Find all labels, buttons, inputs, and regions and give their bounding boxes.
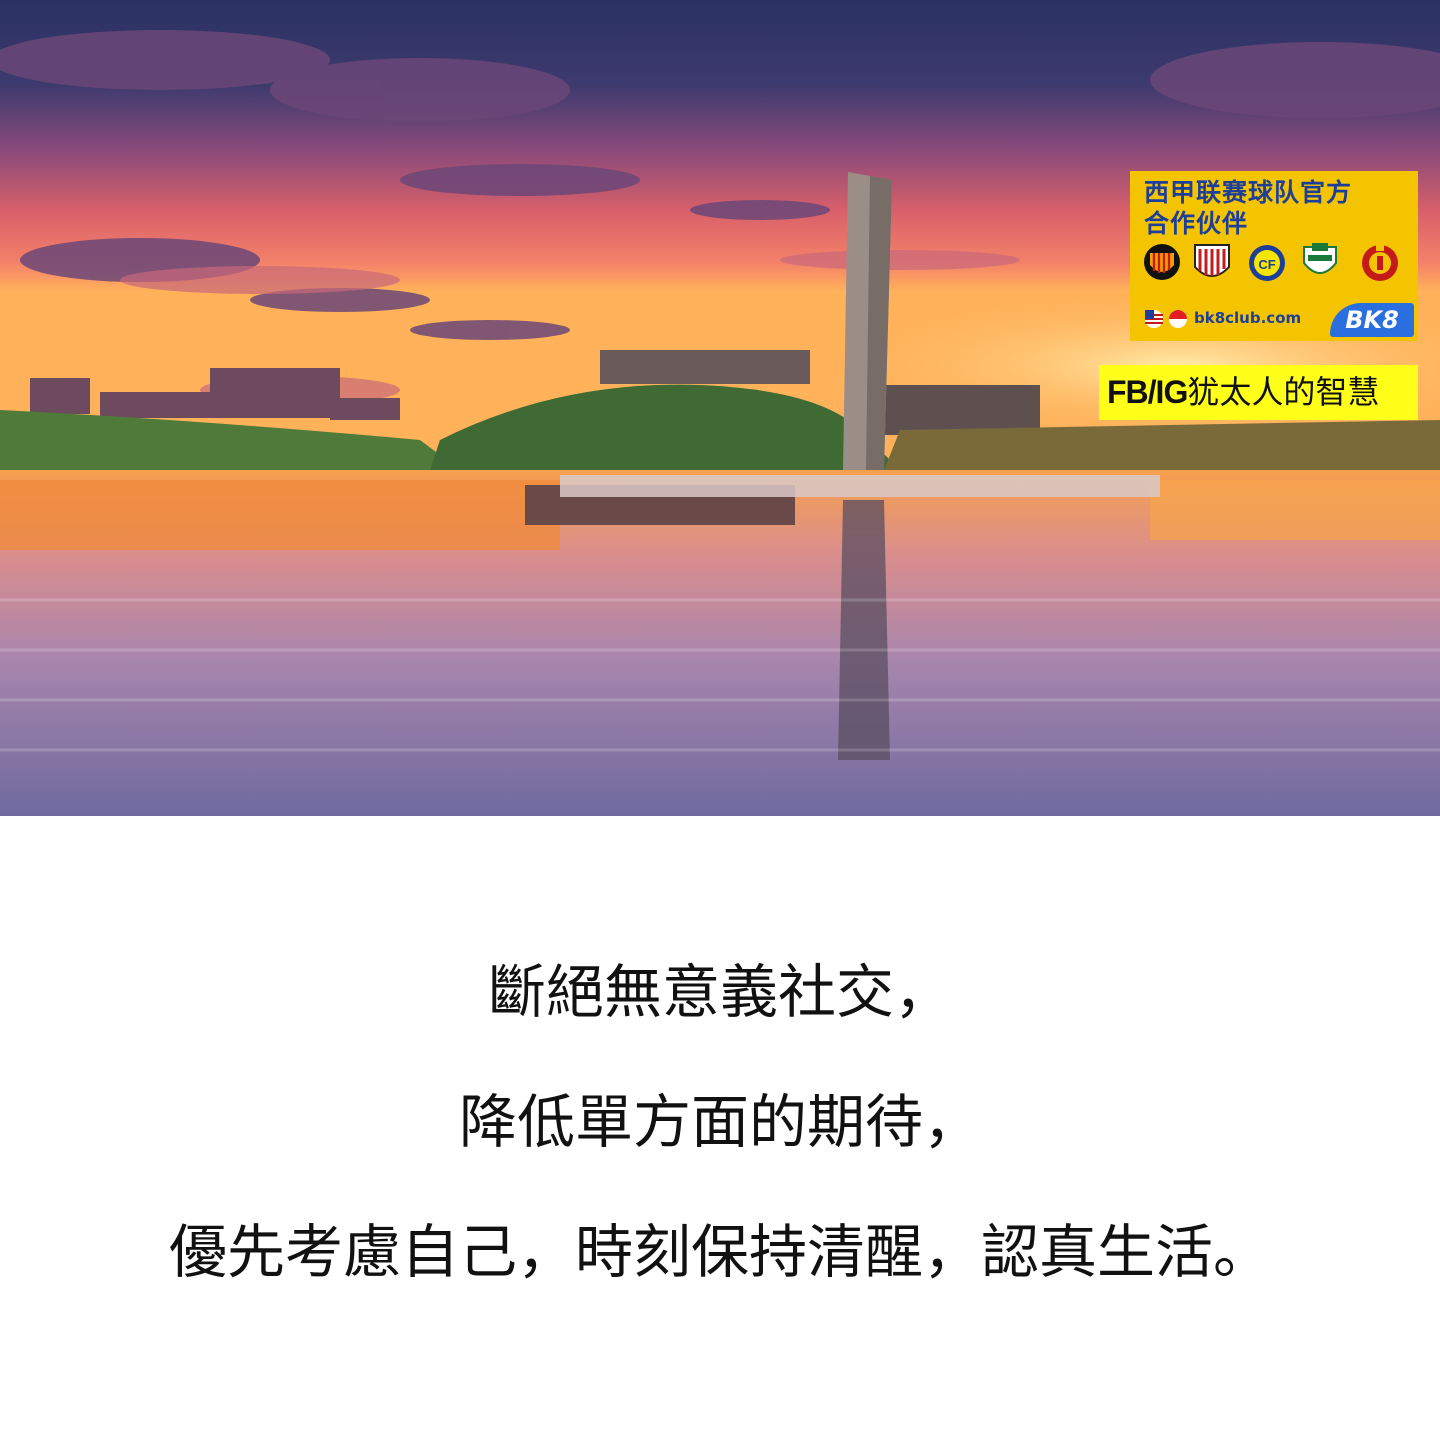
- social-handle: FB/IG: [1107, 374, 1188, 410]
- quote-line-1: 斷絕無意義社交，: [487, 958, 952, 1026]
- valencia-crest-icon: [1144, 244, 1180, 280]
- club-crests: CF: [1144, 243, 1398, 281]
- social-account-name: 犹太人的智慧: [1187, 373, 1380, 411]
- sponsor-headline-line2: 合作伙伴: [1144, 209, 1249, 238]
- sponsor-headline-line1: 西甲联赛球队官方: [1144, 178, 1353, 207]
- elche-crest-icon: [1303, 243, 1337, 274]
- singapore-flag-icon: [1169, 310, 1187, 328]
- sponsor-banner[interactable]: 西甲联赛球队官方 合作伙伴 CF bk8club.com BK8: [1130, 171, 1418, 341]
- villarreal-crest-icon: CF: [1249, 245, 1285, 281]
- malaysia-flag-icon: [1145, 310, 1163, 328]
- quote-line-2: 降低單方面的期待，: [458, 1088, 981, 1156]
- country-flags: [1145, 310, 1187, 328]
- quote-block: 斷絕無意義社交， 降低單方面的期待， 優先考慮自己，時刻保持清醒，認真生活。: [0, 960, 1440, 1350]
- sponsor-footer: bk8club.com BK8: [1144, 303, 1414, 337]
- svg-text:CF: CF: [1258, 257, 1275, 272]
- quote-line-3: 優先考慮自己，時刻保持清醒，認真生活。: [168, 1218, 1271, 1286]
- athletic-crest-icon: [1194, 244, 1230, 277]
- mallorca-crest-icon: [1362, 243, 1398, 281]
- bk8-logo: BK8: [1330, 303, 1414, 337]
- social-account-label: FB/IG犹太人的智慧: [1099, 365, 1418, 420]
- sponsor-url[interactable]: bk8club.com: [1194, 309, 1301, 327]
